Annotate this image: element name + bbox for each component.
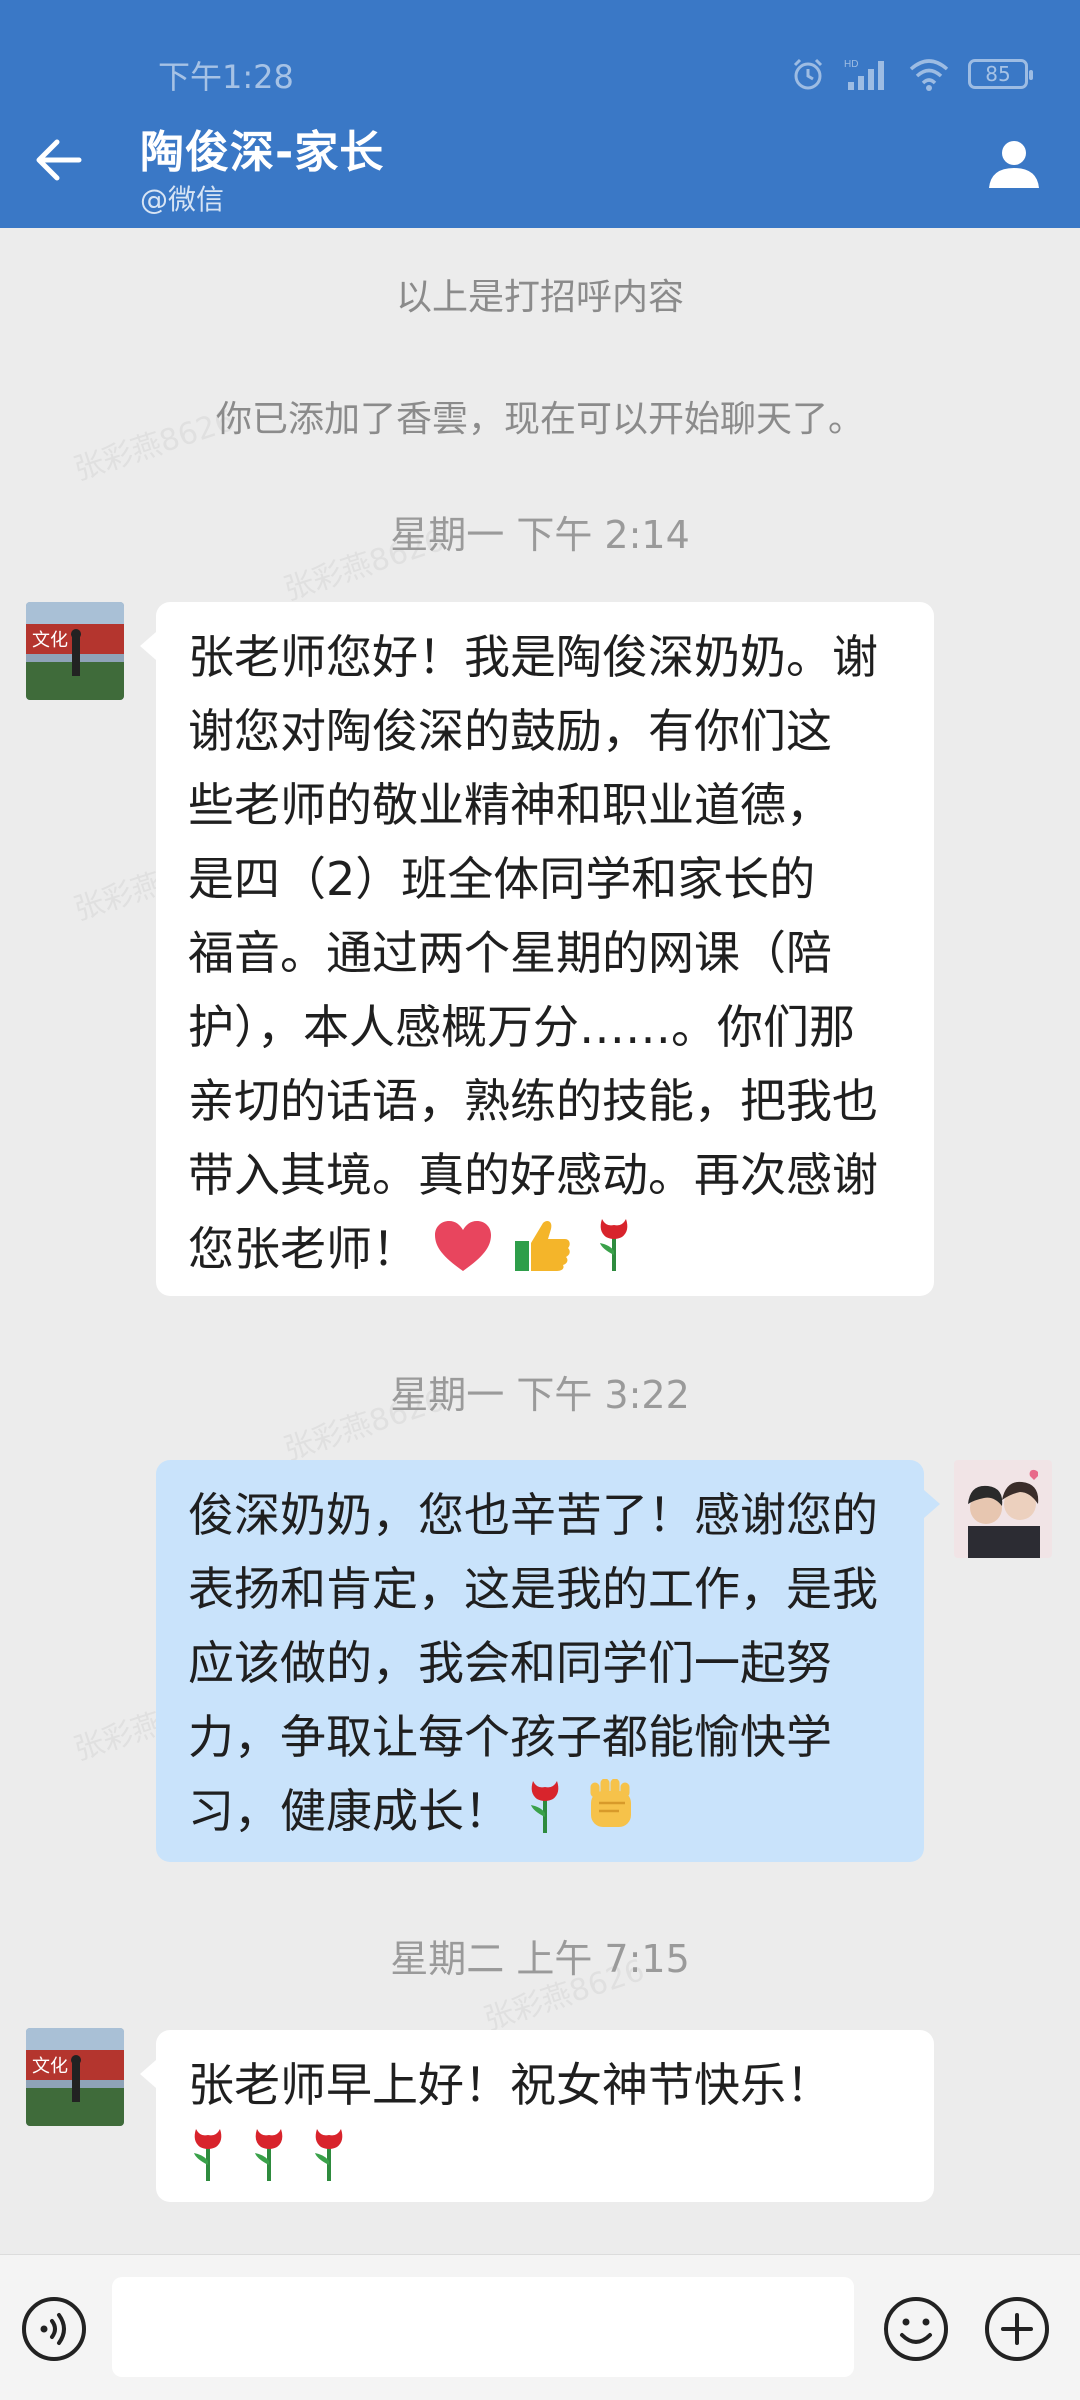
chat-title: 陶俊深-家长 [140,127,385,178]
rose-emoji-icon [525,1777,565,1835]
message-line: 俊深奶奶，您也辛苦了！感谢您的 [188,1488,878,1542]
svg-text:HD: HD [844,59,858,70]
message-input[interactable] [112,2277,854,2377]
message-line: 表扬和肯定，这是我的工作，是我 [188,1562,878,1616]
message-line: 应该做的，我会和同学们一起努 [188,1636,832,1690]
system-message: 以上是打招呼内容 [395,277,684,318]
voice-icon [22,2297,86,2361]
wifi-icon [909,59,949,91]
contact-avatar[interactable]: 文化 [26,2028,124,2126]
thumbs-up-emoji-icon [513,1217,573,1273]
message-line: 张老师早上好！祝女神节快乐！ [188,2058,832,2112]
raised-fist-emoji-icon [585,1779,639,1835]
chat-subtitle: @微信 [140,183,225,216]
message-line: 些老师的敬业精神和职业道德， [188,778,832,832]
message-input-bar [0,2254,1080,2400]
emoji-button[interactable] [882,2295,950,2363]
message-timestamp: 星期一 下午 3:22 [390,1373,690,1417]
back-button[interactable] [28,130,88,190]
back-arrow-icon [36,139,82,181]
alarm-icon [793,58,823,90]
signal-icon: HD [844,59,884,90]
message-timestamp: 星期一 下午 2:14 [390,513,690,557]
chat-header: 下午1:28 HD 85 陶俊深-家长 @微信 [0,0,1080,228]
message-line: 张老师您好！我是陶俊深奶奶。谢 [188,630,878,684]
message-line: 福音。通过两个星期的网课（陪 [188,926,832,980]
svg-text:文化: 文化 [32,2056,68,2077]
smiley-icon [884,2297,948,2361]
battery-icon: 85 [968,59,1033,89]
status-time: 下午1:28 [158,58,294,96]
message-bubble-received[interactable]: 张老师您好！我是陶俊深奶奶。谢 谢您对陶俊深的鼓励，有你们这 些老师的敬业精神和… [140,602,934,1296]
message-timestamp: 星期二 上午 7:15 [390,1937,690,1981]
contact-avatar[interactable]: 文化 [26,602,124,700]
profile-button[interactable] [984,134,1044,194]
message-line: 亲切的话语，熟练的技能，把我也 [188,1074,878,1128]
my-avatar[interactable] [954,1460,1052,1558]
voice-input-button[interactable] [20,2295,88,2363]
rose-emoji-icon [309,2125,349,2183]
message-line: 带入其境。真的好感动。再次感谢 [188,1148,878,1202]
rose-emoji-icon [249,2125,289,2183]
message-bubble-sent[interactable]: 俊深奶奶，您也辛苦了！感谢您的 表扬和肯定，这是我的工作，是我 应该做的，我会和… [156,1460,940,1862]
message-bubble-received[interactable]: 张老师早上好！祝女神节快乐！ [140,2030,934,2202]
system-message: 你已添加了香雲，现在可以开始聊天了。 [215,399,864,440]
message-line: 力，争取让每个孩子都能愉快学 [188,1710,832,1764]
plus-icon [985,2297,1049,2361]
svg-text:文化: 文化 [32,630,68,651]
message-line: 您张老师！ [188,1222,418,1276]
rose-emoji-icon [594,1215,634,1273]
battery-level: 85 [985,62,1011,86]
heart-emoji-icon [433,1219,493,1273]
message-line: 护），本人感概万分……。你们那 [188,1000,855,1054]
rose-emoji-icon [188,2125,228,2183]
person-icon [989,141,1039,188]
message-line: 谢您对陶俊深的鼓励，有你们这 [188,704,832,758]
message-line: 是四（2）班全体同学和家长的 [188,852,816,906]
message-line: 习，健康成长！ [188,1784,510,1838]
more-options-button[interactable] [983,2295,1051,2363]
status-icons: HD 85 [790,54,1033,94]
